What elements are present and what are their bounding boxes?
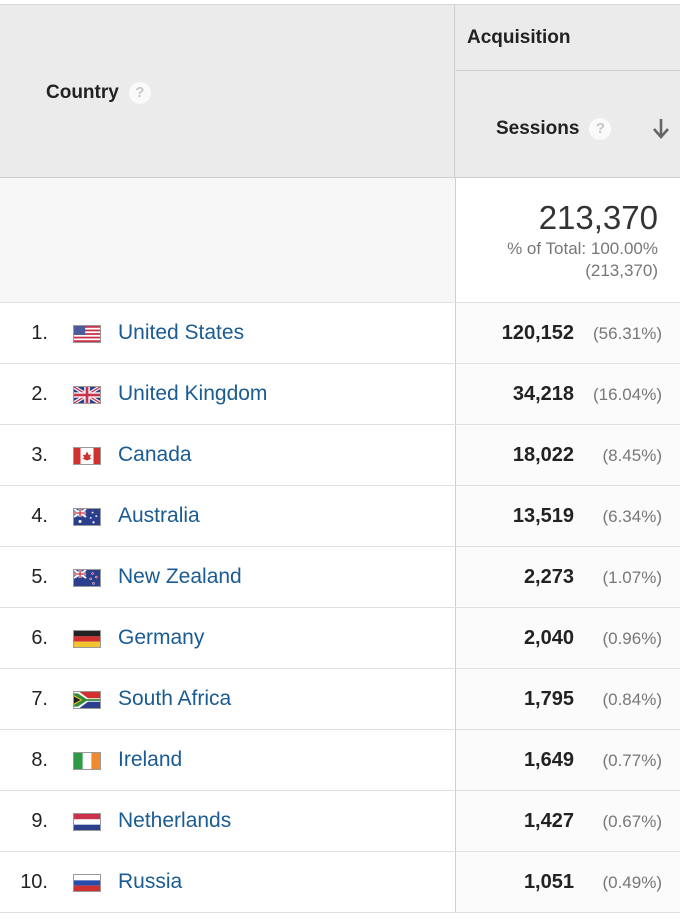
- sessions-cell: 34,218 (16.04%): [455, 364, 680, 424]
- arrow-down-icon[interactable]: [650, 116, 672, 142]
- sessions-percent: (0.67%): [602, 812, 662, 831]
- sessions-value: 2,040: [523, 627, 574, 649]
- table-row: 2. United Kingdom 34,218 (16.04%): [0, 364, 680, 425]
- table-row: 5. New Zealand 2,273 (1.07%): [0, 547, 680, 608]
- sessions-value: 18,022: [512, 444, 574, 466]
- sessions-cell: 1,427 (0.67%): [455, 791, 680, 851]
- country-link[interactable]: New Zealand: [118, 565, 242, 589]
- acquisition-header-label: Acquisition: [467, 27, 571, 48]
- row-index: 3.: [31, 444, 48, 466]
- russia-flag-icon: [73, 874, 101, 892]
- row-index: 6.: [31, 627, 48, 649]
- row-index: 1.: [31, 322, 48, 344]
- canada-flag-icon: [73, 447, 101, 465]
- table-row: 6. Germany 2,040 (0.96%): [0, 608, 680, 669]
- sessions-cell: 120,152 (56.31%): [455, 303, 680, 363]
- country-link[interactable]: United States: [118, 321, 244, 345]
- sessions-total-value: 213,370: [538, 199, 658, 236]
- country-sessions-report: Country? Acquisition Sessions? 213,370 %…: [0, 0, 680, 919]
- sessions-percent: (16.04%): [593, 385, 662, 404]
- sessions-header-label: Sessions: [496, 118, 580, 140]
- sessions-value: 120,152: [501, 322, 574, 344]
- sessions-percent: (0.49%): [602, 873, 662, 892]
- sessions-percent: (8.45%): [602, 446, 662, 465]
- sessions-cell: 1,649 (0.77%): [455, 730, 680, 790]
- south-africa-flag-icon: [73, 691, 101, 709]
- sessions-value: 1,427: [523, 810, 574, 832]
- sessions-percent: (1.07%): [602, 568, 662, 587]
- country-column-header[interactable]: Country?: [0, 5, 455, 177]
- table-row: 9. Netherlands 1,427 (0.67%): [0, 791, 680, 852]
- sessions-total-absolute: (213,370): [585, 261, 658, 280]
- country-header-label: Country: [46, 82, 119, 104]
- help-icon[interactable]: ?: [128, 82, 151, 104]
- totals-row: 213,370 % of Total: 100.00% (213,370): [0, 178, 680, 303]
- table-row: 1. United States 120,152 (56.31%): [0, 303, 680, 364]
- country-link[interactable]: Russia: [118, 870, 182, 894]
- row-index: 2.: [31, 383, 48, 405]
- sessions-percent: (56.31%): [593, 324, 662, 343]
- row-index: 5.: [31, 566, 48, 588]
- australia-flag-icon: [73, 508, 101, 526]
- help-icon[interactable]: ?: [589, 118, 612, 140]
- country-link[interactable]: Germany: [118, 626, 204, 650]
- sessions-total-cell: 213,370 % of Total: 100.00% (213,370): [455, 178, 680, 302]
- row-index: 8.: [31, 749, 48, 771]
- table-row: 10. Russia 1,051 (0.49%): [0, 852, 680, 913]
- netherlands-flag-icon: [73, 813, 101, 831]
- row-index: 4.: [31, 505, 48, 527]
- sessions-cell: 2,273 (1.07%): [455, 547, 680, 607]
- row-index: 9.: [31, 810, 48, 832]
- country-link[interactable]: South Africa: [118, 687, 231, 711]
- table-row: 4. Australia 13,519 (6.34%): [0, 486, 680, 547]
- new-zealand-flag-icon: [73, 569, 101, 587]
- germany-flag-icon: [73, 630, 101, 648]
- acquisition-group-header: Acquisition: [456, 5, 680, 71]
- country-link[interactable]: Ireland: [118, 748, 182, 772]
- sessions-cell: 13,519 (6.34%): [455, 486, 680, 546]
- sessions-value: 13,519: [512, 505, 574, 527]
- country-link[interactable]: Canada: [118, 443, 192, 467]
- sessions-cell: 18,022 (8.45%): [455, 425, 680, 485]
- sessions-cell: 1,051 (0.49%): [455, 852, 680, 912]
- us-flag-icon: [73, 325, 101, 343]
- country-link[interactable]: Netherlands: [118, 809, 231, 833]
- table-row: 7. South Africa 1,795 (0.84%): [0, 669, 680, 730]
- sessions-percent: (0.84%): [602, 690, 662, 709]
- sessions-percent: (0.96%): [602, 629, 662, 648]
- sessions-value: 1,649: [523, 749, 574, 771]
- sessions-percent: (6.34%): [602, 507, 662, 526]
- row-index: 10.: [20, 871, 48, 893]
- sessions-value: 1,051: [523, 871, 574, 893]
- sessions-value: 34,218: [512, 383, 574, 405]
- country-link[interactable]: United Kingdom: [118, 382, 267, 406]
- sessions-value: 1,795: [523, 688, 574, 710]
- table-row: 3. Canada 18,022 (8.45%): [0, 425, 680, 486]
- sessions-cell: 2,040 (0.96%): [455, 608, 680, 668]
- ireland-flag-icon: [73, 752, 101, 770]
- sessions-value: 2,273: [523, 566, 574, 588]
- sessions-total-percent: % of Total: 100.00%: [507, 239, 658, 258]
- country-link[interactable]: Australia: [118, 504, 200, 528]
- sessions-cell: 1,795 (0.84%): [455, 669, 680, 729]
- row-index: 7.: [31, 688, 48, 710]
- table-header: Country? Acquisition Sessions?: [0, 4, 680, 178]
- sessions-percent: (0.77%): [602, 751, 662, 770]
- sessions-column-header[interactable]: Sessions?: [456, 71, 680, 177]
- uk-flag-icon: [73, 386, 101, 404]
- table-body: 1. United States 120,152 (56.31%) 2. Uni…: [0, 303, 680, 913]
- table-row: 8. Ireland 1,649 (0.77%): [0, 730, 680, 791]
